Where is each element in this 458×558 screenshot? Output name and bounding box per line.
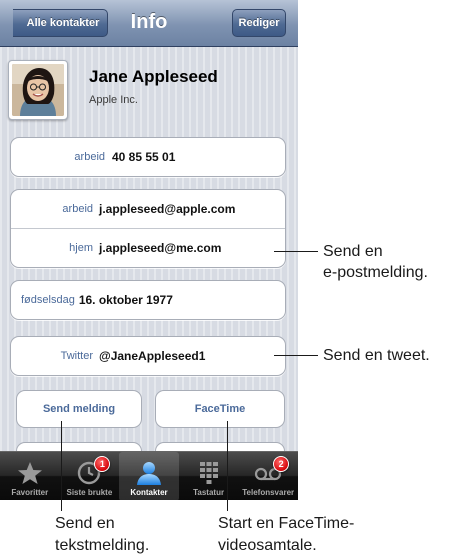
star-icon [16,461,44,485]
email-work-label: arbeid [62,203,93,215]
email-work-value: j.appleseed@apple.com [99,202,236,216]
message-callout-line2: tekstmelding. [55,537,150,554]
clock-icon: 1 [75,456,111,485]
contact-header: Jane Appleseed Apple Inc. [0,46,298,126]
edit-button[interactable]: Rediger [232,9,286,37]
facetime-button[interactable]: FaceTime [155,390,285,428]
tab-favorites[interactable]: Favoritter [0,452,60,500]
tab-bar: Favoritter 1 Siste brukte Kontakter Tast… [0,451,298,500]
tab-recents-label: Siste brukte [66,488,113,497]
birthday-label: fødselsdag [21,294,75,306]
message-callout-line1: Send en [55,515,115,532]
phone-group: arbeid 40 85 55 01 [10,137,286,177]
facetime-callout-line2: videosamtale. [218,537,317,554]
navigation-bar: Alle kontakter Info Rediger [0,0,298,47]
birthday-row[interactable]: fødselsdag 16. oktober 1977 [11,281,285,319]
email-row-home[interactable]: hjem j.appleseed@me.com [11,228,285,267]
twitter-row[interactable]: Twitter @JaneAppleseed1 [11,337,285,375]
tweet-callout-text: Send en tweet. [323,347,430,364]
voicemail-icon: 2 [254,456,290,485]
phone-label: arbeid [74,151,105,163]
tweet-callout-line [274,355,318,356]
contact-photo[interactable] [8,60,68,120]
email-home-value: j.appleseed@me.com [99,241,222,255]
contact-company: Apple Inc. [89,94,138,106]
tab-contacts[interactable]: Kontakter [119,452,179,500]
email-row-work[interactable]: arbeid j.appleseed@apple.com [11,190,285,228]
tab-contacts-label: Kontakter [130,488,168,497]
person-icon [135,461,163,485]
email-callout-line1: Send en [323,243,383,260]
email-home-label: hjem [69,242,93,254]
contact-name: Jane Appleseed [89,67,218,86]
avatar-portrait-icon [12,64,64,116]
avatar [12,64,64,116]
send-message-button[interactable]: Send melding [16,390,142,428]
tab-voicemail[interactable]: 2 Telefonsvarer [238,452,298,500]
birthday-value: 16. oktober 1977 [78,293,173,307]
twitter-value: @JaneAppleseed1 [99,349,206,363]
facetime-callout-line1: Start en FaceTime- [218,515,355,532]
keypad-icon [195,461,223,485]
phone-screen: Alle kontakter Info Rediger Jane Applese… [0,0,298,500]
message-callout-line [61,421,62,511]
tab-favorites-label: Favoritter [11,488,49,497]
email-group: arbeid j.appleseed@apple.com hjem j.appl… [10,189,286,268]
voicemail-badge: 2 [273,456,290,472]
email-callout-line [274,251,318,252]
tab-voicemail-label: Telefonsvarer [242,488,295,497]
twitter-group: Twitter @JaneAppleseed1 [10,336,286,376]
twitter-label: Twitter [60,350,93,362]
recents-badge: 1 [94,456,111,472]
facetime-callout-line [227,421,228,511]
tab-keypad-label: Tastatur [193,488,225,497]
tab-recents[interactable]: 1 Siste brukte [60,452,120,500]
phone-value: 40 85 55 01 [112,150,176,164]
phone-row[interactable]: arbeid 40 85 55 01 [11,138,285,176]
tab-keypad[interactable]: Tastatur [179,452,239,500]
email-callout-line2: e-postmelding. [323,264,428,281]
birthday-group: fødselsdag 16. oktober 1977 [10,280,286,320]
